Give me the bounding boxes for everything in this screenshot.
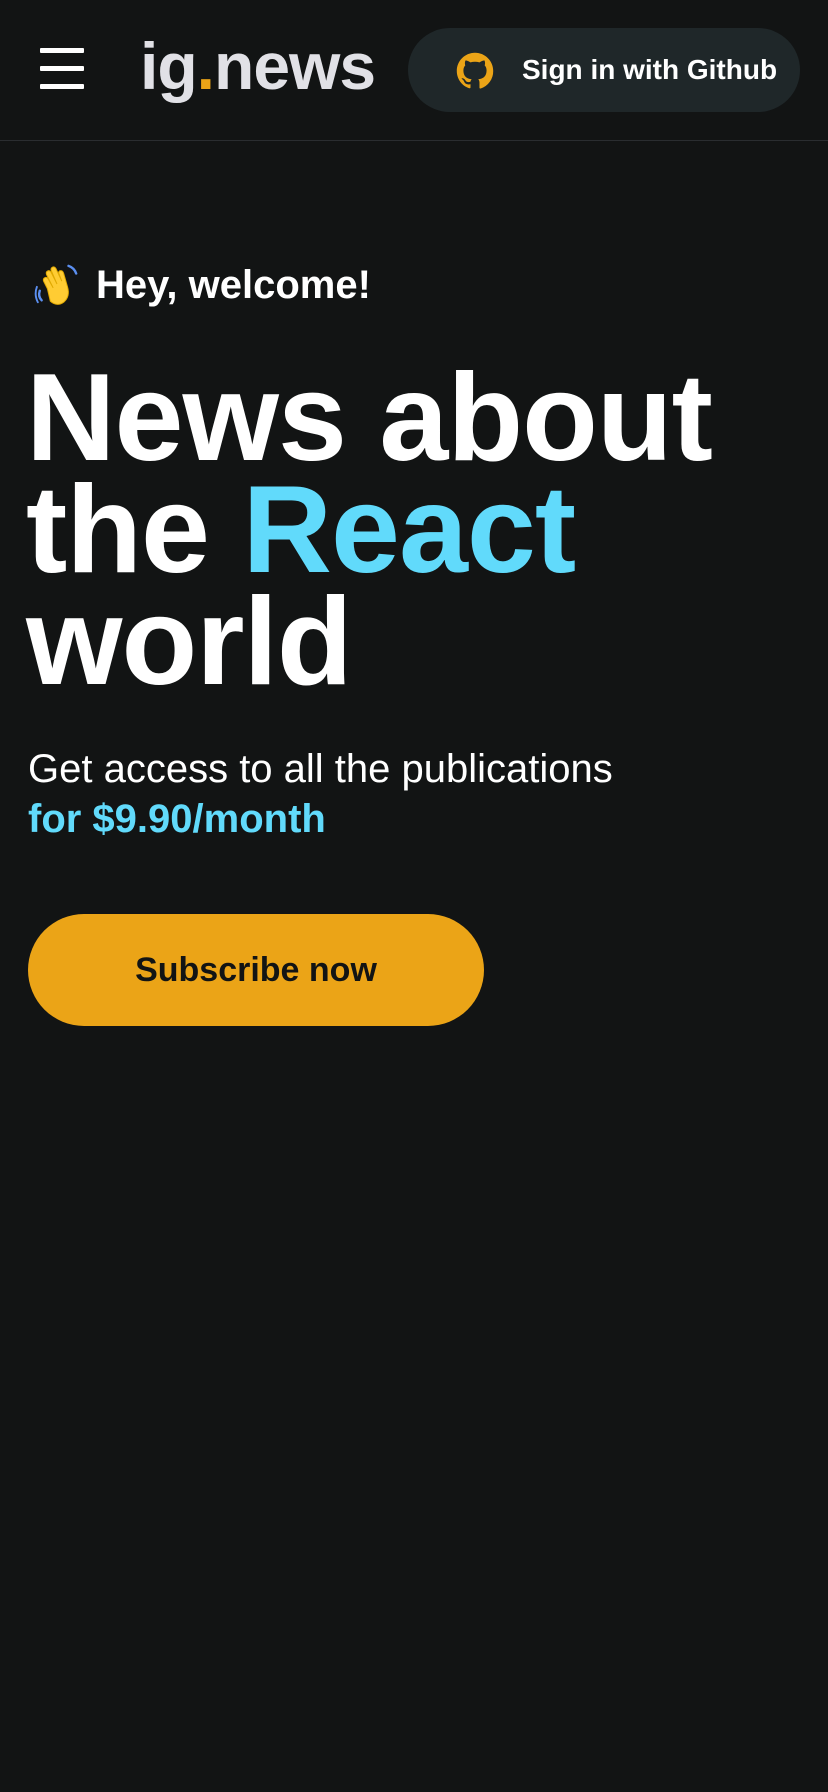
welcome-text: Hey, welcome!	[96, 262, 371, 307]
logo[interactable]: ig.news	[140, 26, 376, 106]
hero-headline: News about the React world	[26, 356, 806, 704]
menu-line	[40, 84, 84, 89]
hamburger-menu-icon[interactable]	[38, 48, 86, 90]
sign-in-github-button[interactable]: Sign in with Github	[408, 28, 800, 112]
price-text: for $9.90/month	[28, 797, 326, 841]
sign-in-label: Sign in with Github	[522, 54, 778, 85]
logo-dot: .	[196, 29, 215, 103]
waving-hand-icon	[34, 264, 78, 305]
logo-suffix: news	[214, 29, 376, 103]
menu-line	[40, 66, 84, 71]
welcome-line: Hey, welcome!	[34, 258, 371, 312]
menu-line	[40, 48, 84, 53]
headline-line3: world	[26, 573, 353, 711]
logo-prefix: ig	[140, 29, 198, 103]
hero-subtitle: Get access to all the publications	[28, 747, 613, 791]
subscribe-button[interactable]: Subscribe now	[28, 914, 484, 1026]
top-header: ig.news Sign in with Github	[0, 0, 828, 141]
github-icon	[456, 52, 494, 89]
